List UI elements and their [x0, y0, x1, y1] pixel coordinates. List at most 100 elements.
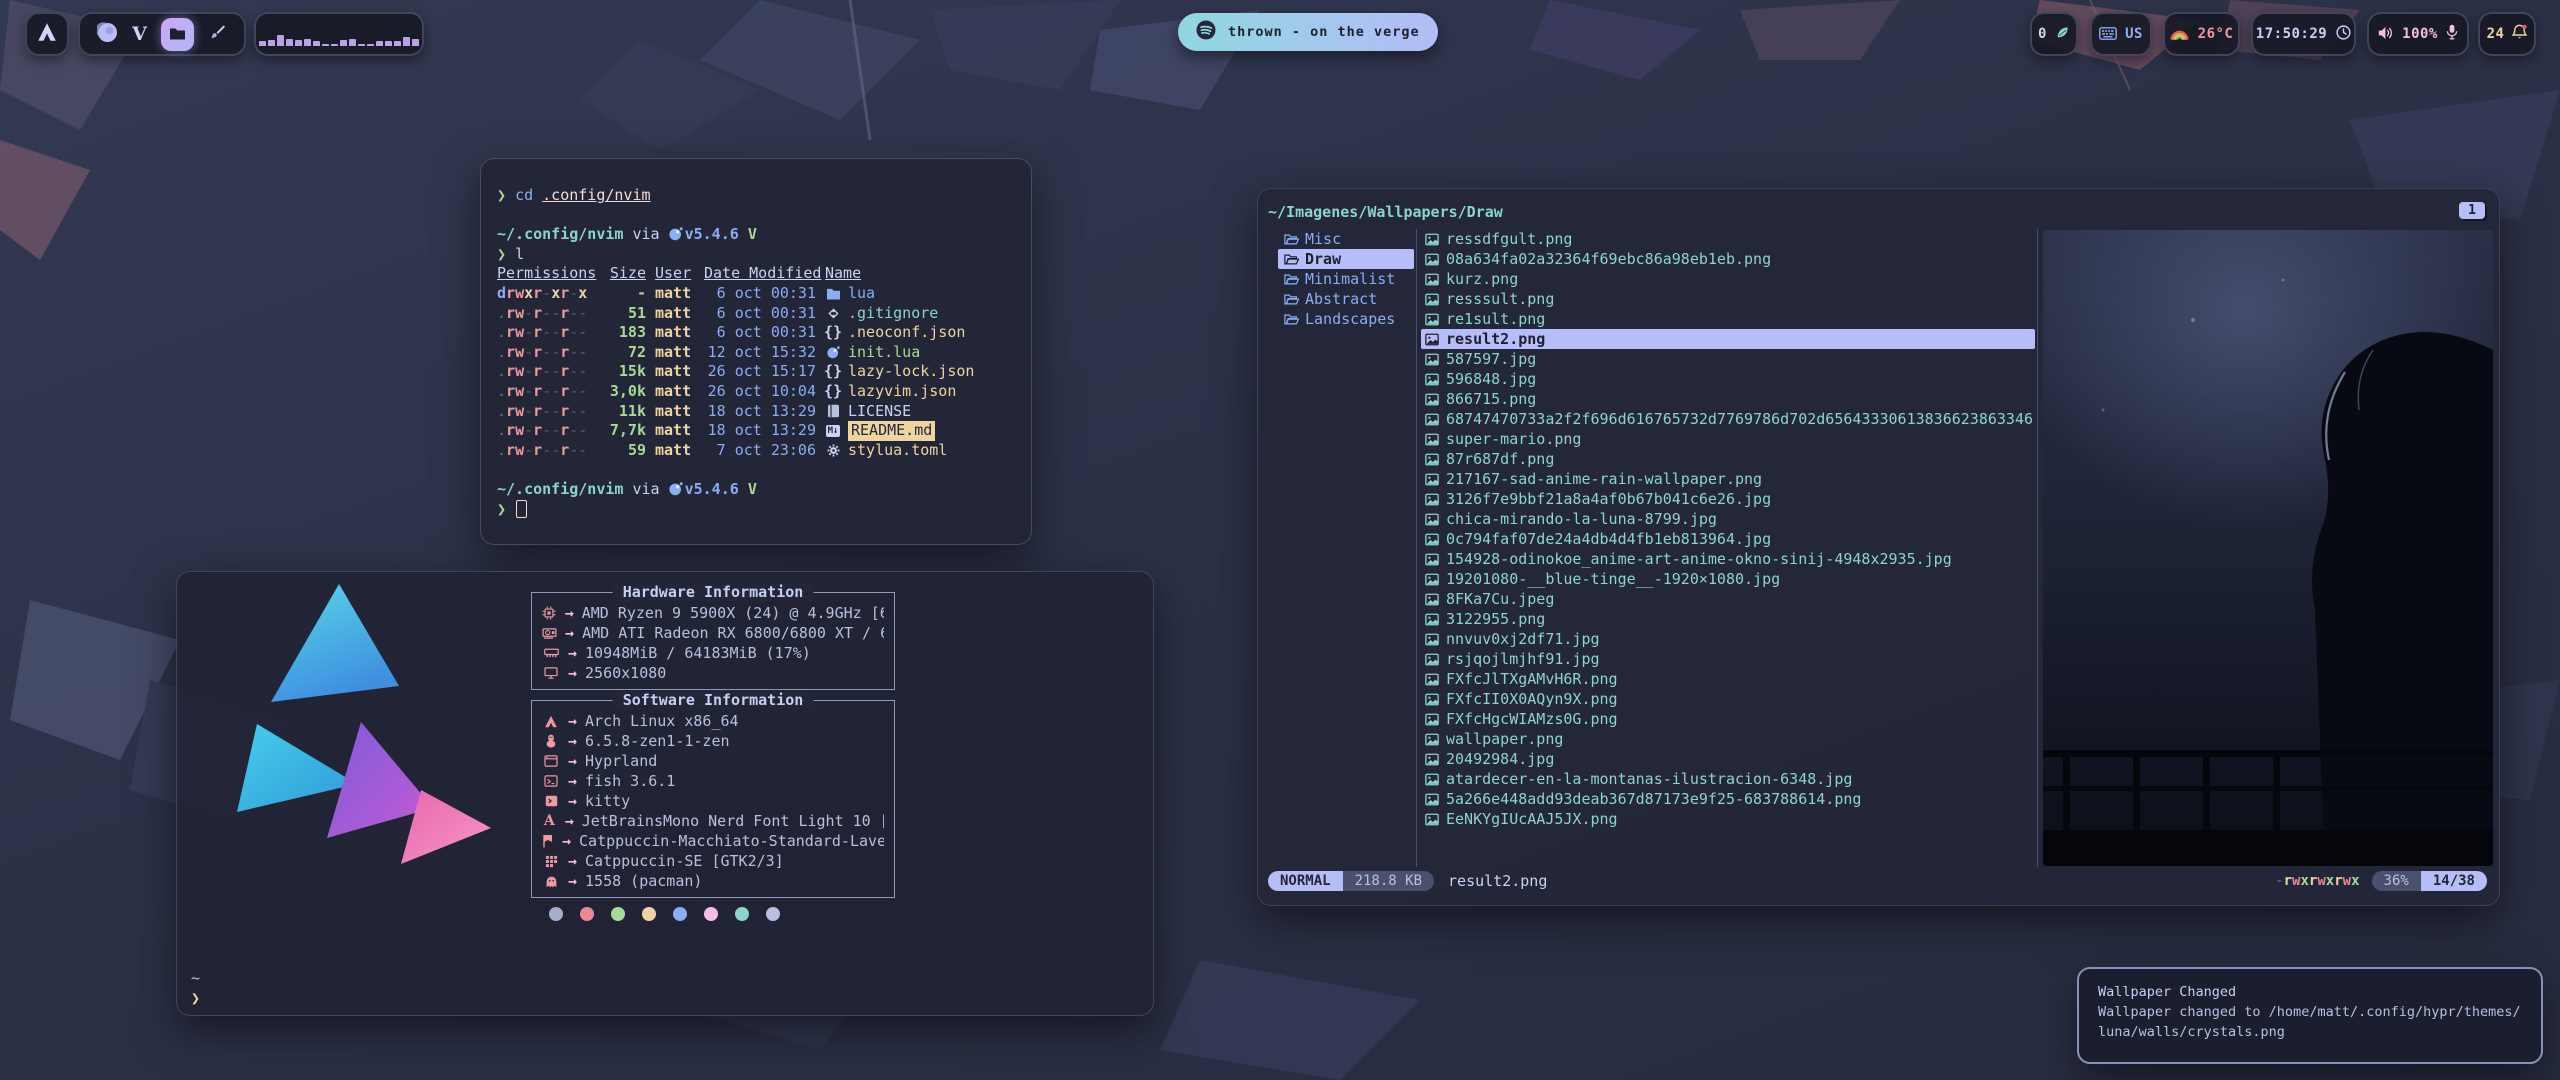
book-icon: [825, 404, 841, 418]
font-icon: A: [542, 813, 557, 829]
image-file-icon: [1425, 513, 1439, 526]
file-row[interactable]: super-mario.png: [1421, 429, 2035, 449]
notifications-module[interactable]: 24: [2478, 12, 2536, 56]
file-row[interactable]: ressdfgult.png: [1421, 229, 2035, 249]
sidebar-item-misc[interactable]: Misc: [1278, 229, 1414, 249]
command2: l: [515, 245, 524, 265]
arrow-icon: →: [565, 624, 574, 642]
volume-level: 100%: [2402, 26, 2438, 42]
file-row[interactable]: 08a634fa02a32364f69ebc86a98eb1eb.png: [1421, 249, 2035, 269]
file-row[interactable]: 154928-odinokoe_anime-art-anime-okno-sin…: [1421, 549, 2035, 569]
file-name: FXfcII0X0AQyn9X.png: [1446, 690, 1618, 708]
clock-module[interactable]: 17:50:29: [2251, 12, 2356, 56]
file-row[interactable]: 217167-sad-anime-rain-wallpaper.png: [1421, 469, 2035, 489]
fetch-value: AMD Ryzen 9 5900X (24) @ 4.9GHz [61.3°on…: [582, 604, 884, 622]
sidebar-item-landscapes[interactable]: Landscapes: [1278, 309, 1414, 329]
notification-popup[interactable]: Wallpaper Changed Wallpaper changed to /…: [2077, 967, 2543, 1064]
fetch-window[interactable]: Hardware Information →AMD Ryzen 9 5900X …: [176, 571, 1154, 1016]
file-row[interactable]: 5a266e448add93deab367d87173e9f25-6837886…: [1421, 789, 2035, 809]
arrow-icon: →: [568, 872, 577, 890]
file-row[interactable]: rsjqojlmjhf91.jpg: [1421, 649, 2035, 669]
image-file-icon: [1425, 253, 1439, 266]
launcher-module[interactable]: [25, 12, 69, 56]
arrow-icon: →: [568, 852, 577, 870]
sidebar-item-draw[interactable]: Draw: [1278, 249, 1414, 269]
image-file-icon: [1425, 793, 1439, 806]
workspace-nvim[interactable]: V: [132, 23, 147, 45]
fetch-value: fish 3.6.1: [585, 772, 675, 790]
fetch-row: →6.5.8-zen1-1-zen: [542, 731, 884, 751]
visualizer-bar: [358, 44, 365, 46]
file-row[interactable]: result2.png: [1421, 329, 2035, 349]
file-row[interactable]: 20492984.jpg: [1421, 749, 2035, 769]
weather-module[interactable]: 26°C: [2163, 12, 2240, 56]
cwd-path: ~/.config/nvim: [497, 225, 623, 245]
image-file-icon: [1425, 293, 1439, 306]
file-row[interactable]: nnvuv0xj2df71.jpg: [1421, 629, 2035, 649]
workspace-files-active[interactable]: [161, 18, 194, 51]
image-file-icon: [1425, 433, 1439, 446]
visualizer-bar: [376, 41, 383, 46]
arrow-icon: →: [565, 812, 574, 830]
palette-dot: [642, 907, 656, 921]
ls-row: .rw-r--r--51matt6 oct 00:31.gitignore: [497, 304, 1015, 324]
file-name: atardecer-en-la-montanas-ilustracion-634…: [1446, 770, 1852, 788]
volume-module[interactable]: 100%: [2367, 12, 2469, 56]
file-name: 587597.jpg: [1446, 350, 1536, 368]
file-row[interactable]: chica-mirando-la-luna-8799.jpg: [1421, 509, 2035, 529]
sidebar-item-abstract[interactable]: Abstract: [1278, 289, 1414, 309]
lua-icon: [825, 346, 841, 359]
file-row[interactable]: 3126f7e9bbf21a8a4af0b67b041c6e26.jpg: [1421, 489, 2035, 509]
visualizer-bar: [313, 41, 320, 46]
breadcrumb: ~/Imagenes/Wallpapers/Draw: [1268, 203, 1503, 221]
fetch-row: →Catppuccin-SE [GTK2/3]: [542, 851, 884, 871]
list-position: 14/38: [2421, 871, 2487, 891]
file-row[interactable]: wallpaper.png: [1421, 729, 2035, 749]
terminal-window[interactable]: ❯ cd .config/nvim ~/.config/nvim via v5.…: [480, 158, 1032, 545]
updates-module[interactable]: 0: [2030, 12, 2078, 56]
file-row[interactable]: EeNKYgIUcAAJ5JX.png: [1421, 809, 2035, 829]
icons-icon: [542, 855, 560, 868]
file-row[interactable]: FXfcHgcWIAMzs0G.png: [1421, 709, 2035, 729]
file-row[interactable]: resssult.png: [1421, 289, 2035, 309]
bell-icon: [2512, 24, 2527, 44]
file-row[interactable]: 866715.png: [1421, 389, 2035, 409]
file-row[interactable]: 87r687df.png: [1421, 449, 2035, 469]
fetch-value: Hyprland: [585, 752, 657, 770]
palette-dot: [611, 907, 625, 921]
file-row[interactable]: FXfcJlTXgAMvH6R.png: [1421, 669, 2035, 689]
file-row[interactable]: 0c794faf07de24a4db4d4fb1eb813964.jpg: [1421, 529, 2035, 549]
image-preview: [2043, 230, 2493, 866]
workspace-firefox[interactable]: [97, 22, 118, 47]
file-row[interactable]: 68747470733a2f2f696d616765732d7769786d70…: [1421, 409, 2035, 429]
fetch-row: →AMD Ryzen 9 5900X (24) @ 4.9GHz [61.3°o…: [542, 603, 884, 623]
visualizer-bar: [403, 37, 410, 46]
workspace-paint[interactable]: [208, 23, 227, 46]
file-row[interactable]: 587597.jpg: [1421, 349, 2035, 369]
sidebar-item-minimalist[interactable]: Minimalist: [1278, 269, 1414, 289]
file-row[interactable]: 19201080-__blue-tinge__-1920×1080.jpg: [1421, 569, 2035, 589]
fetch-row: →1558 (pacman): [542, 871, 884, 891]
file-row[interactable]: atardecer-en-la-montanas-ilustracion-634…: [1421, 769, 2035, 789]
file-name: chica-mirando-la-luna-8799.jpg: [1446, 510, 1717, 528]
file-name: 3126f7e9bbf21a8a4af0b67b041c6e26.jpg: [1446, 490, 1771, 508]
notification-body: Wallpaper changed to /home/matt/.config/…: [2098, 1002, 2522, 1042]
file-row[interactable]: kurz.png: [1421, 269, 2035, 289]
open-folder-icon: [1284, 233, 1299, 246]
notification-title: Wallpaper Changed: [2098, 982, 2522, 1002]
file-row[interactable]: 8FKa7Cu.jpeg: [1421, 589, 2035, 609]
keyboard-module[interactable]: US: [2090, 12, 2152, 56]
prompt-symbol: ❯: [497, 186, 506, 206]
ls-row: drwxr-xr-x-matt6 oct 00:31lua: [497, 284, 1015, 304]
file-manager-window[interactable]: ~/Imagenes/Wallpapers/Draw 1 MiscDrawMin…: [1257, 188, 2500, 906]
music-module[interactable]: thrown - on the verge: [1178, 13, 1438, 51]
gpu-icon: [542, 628, 557, 639]
file-row[interactable]: re1sult.png: [1421, 309, 2035, 329]
file-row[interactable]: FXfcII0X0AQyn9X.png: [1421, 689, 2035, 709]
file-row[interactable]: 596848.jpg: [1421, 369, 2035, 389]
image-file-icon: [1425, 553, 1439, 566]
palette-dot: [580, 907, 594, 921]
image-file-icon: [1425, 373, 1439, 386]
palette-dot: [735, 907, 749, 921]
file-row[interactable]: 3122955.png: [1421, 609, 2035, 629]
